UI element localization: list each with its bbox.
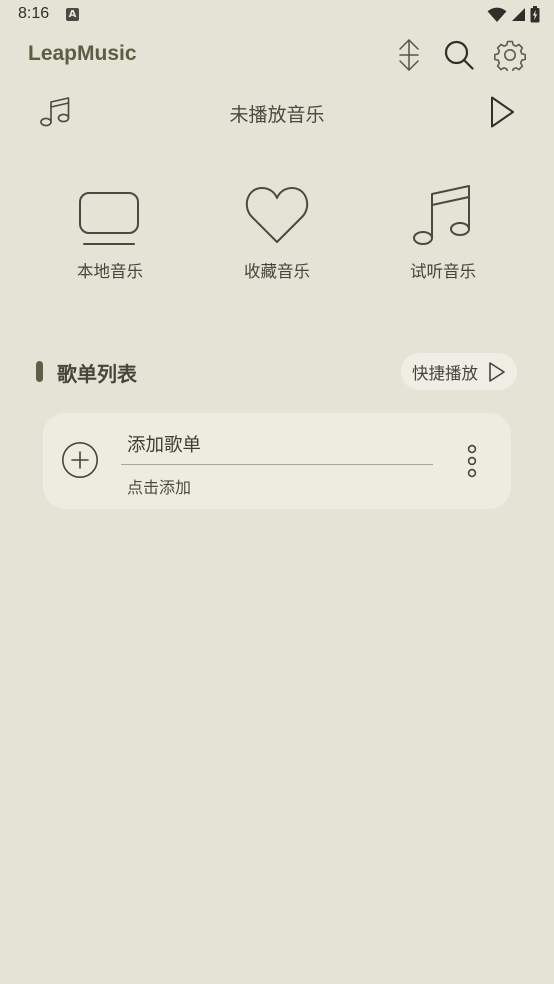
section-title: 歌单列表: [57, 362, 137, 386]
search-button[interactable]: [442, 38, 476, 72]
more-options-button[interactable]: [459, 443, 485, 479]
playlist-subtitle: 点击添加: [127, 478, 192, 497]
section-accent-bar: [36, 361, 43, 382]
tv-icon: [79, 192, 139, 245]
play-icon: [491, 96, 514, 128]
status-time: 8:16: [18, 5, 50, 22]
quick-play-label: 快捷播放: [412, 363, 478, 383]
sort-icon: [399, 39, 419, 71]
category-favorite-music[interactable]: 收藏音乐: [217, 180, 337, 282]
settings-icon: [494, 40, 526, 71]
category-label: 试听音乐: [410, 262, 476, 281]
play-icon: [489, 361, 505, 382]
playlist-title: 添加歌单: [127, 435, 202, 456]
category-label: 收藏音乐: [244, 262, 310, 281]
category-label: 本地音乐: [77, 262, 143, 281]
playlist-card-add[interactable]: 添加歌单 点击添加: [43, 413, 511, 509]
category-local-music[interactable]: 本地音乐: [50, 180, 170, 282]
app-title: LeapMusic: [28, 42, 137, 65]
battery-charging-icon: [530, 6, 540, 23]
wifi-icon: [487, 7, 507, 22]
now-playing-title[interactable]: 未播放音乐: [0, 100, 554, 127]
settings-button[interactable]: [493, 38, 527, 72]
search-icon: [444, 40, 474, 70]
status-icons: [487, 6, 540, 23]
sort-button[interactable]: [392, 38, 426, 72]
cellular-icon: [512, 8, 525, 21]
music-notes-icon: [413, 185, 470, 245]
play-button[interactable]: [486, 95, 518, 133]
add-circle-icon[interactable]: [61, 441, 99, 479]
category-preview-music[interactable]: 试听音乐: [383, 180, 503, 282]
quick-play-button[interactable]: 快捷播放: [401, 353, 517, 390]
divider: [121, 464, 433, 465]
heart-icon: [245, 187, 309, 243]
more-vertical-icon: [467, 444, 477, 478]
notification-a-icon: A: [66, 8, 79, 21]
